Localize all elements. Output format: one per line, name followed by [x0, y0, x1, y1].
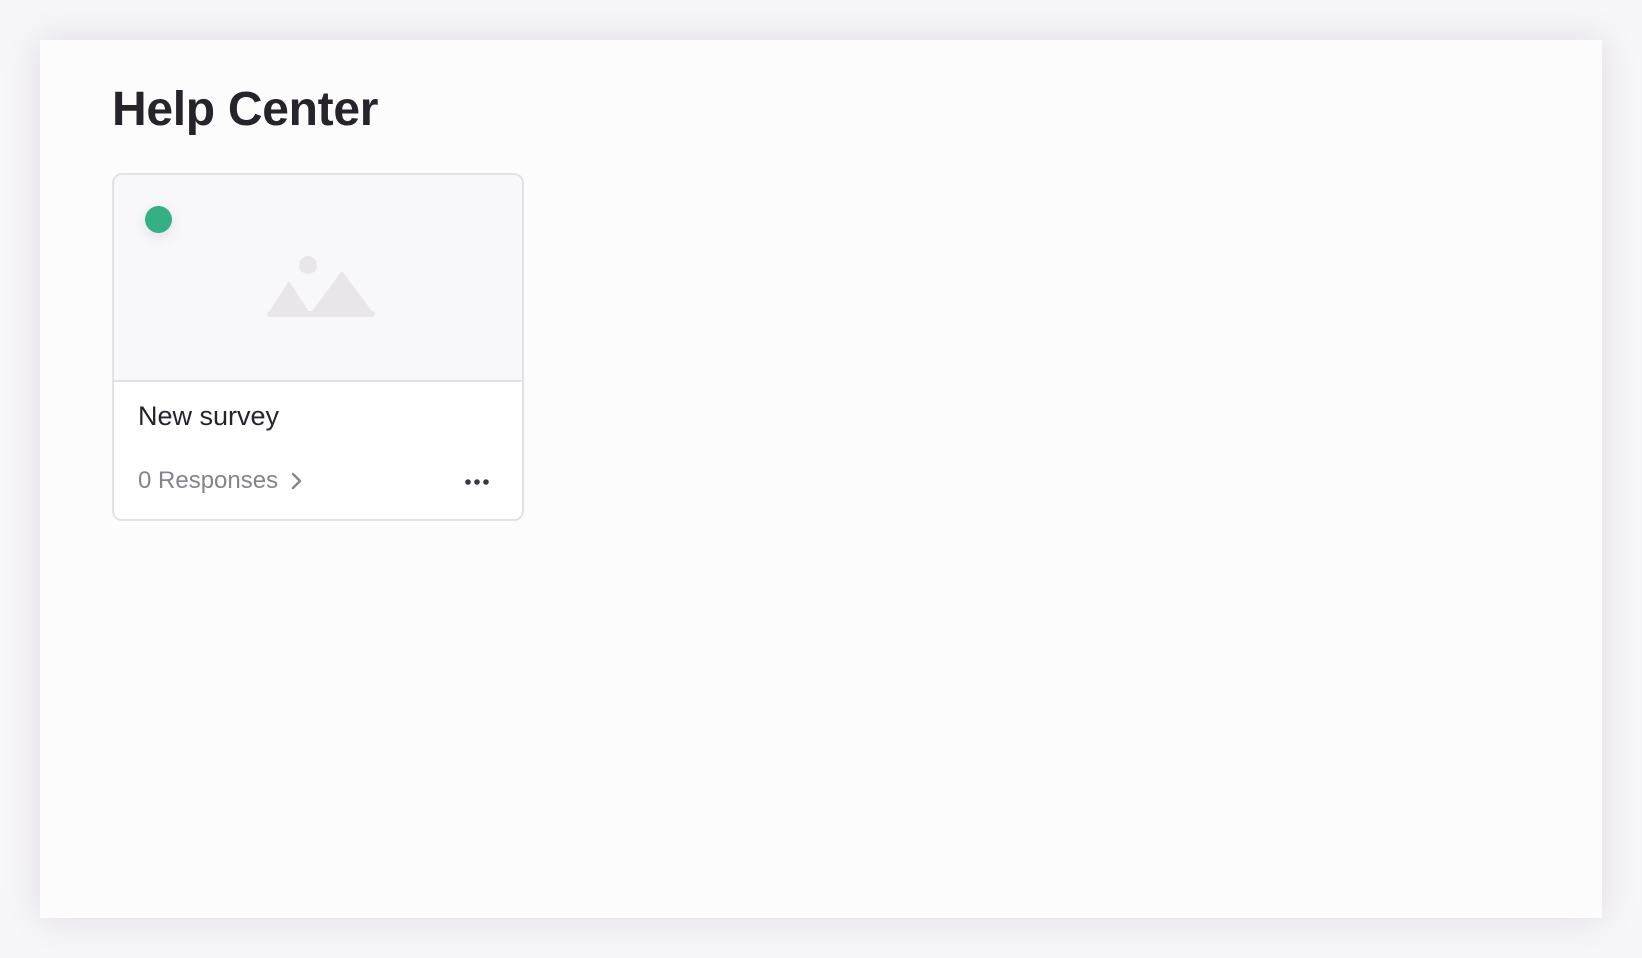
card-thumbnail[interactable] [114, 175, 522, 382]
survey-title[interactable]: New survey [138, 401, 279, 432]
chevron-right-icon[interactable] [290, 471, 304, 491]
page-container: Help Center New survey 0 Responses [40, 40, 1602, 918]
more-options-button[interactable] [462, 472, 492, 492]
status-indicator-dot [145, 206, 172, 233]
more-horizontal-icon [465, 479, 489, 485]
responses-link[interactable]: 0 Responses [138, 467, 304, 495]
responses-count-label[interactable]: 0 Responses [138, 467, 278, 495]
image-placeholder-icon [267, 256, 375, 317]
card-body: New survey 0 Responses [114, 382, 522, 519]
survey-card[interactable]: New survey 0 Responses [112, 173, 524, 521]
page-title: Help Center [112, 83, 379, 136]
